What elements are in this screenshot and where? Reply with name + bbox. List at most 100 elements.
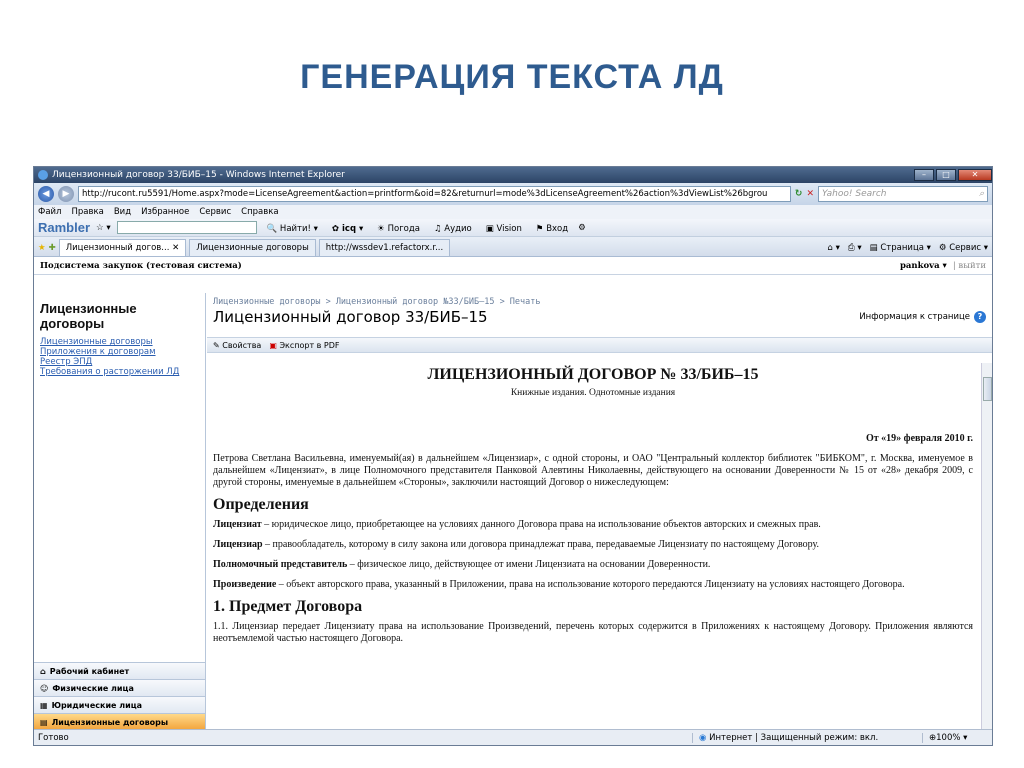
document-date: От «19» февраля 2010 г. (865, 433, 973, 444)
url-text: http://rucont.ru5591/Home.aspx?mode=Lice… (82, 189, 768, 199)
sidebar-link-termination[interactable]: Требования о расторжении ЛД (34, 367, 205, 377)
tab-wssdev[interactable]: http://wssdev1.refactorx.r... (318, 239, 451, 256)
icq-label: icq (342, 223, 357, 234)
maximize-button[interactable]: □ (936, 169, 956, 181)
building-icon: ▦ (40, 700, 48, 710)
vision-button[interactable]: ▣ Vision (482, 221, 526, 235)
definition-item: Полномочный представитель – физическое л… (213, 559, 973, 571)
properties-button[interactable]: ✎ Свойства (213, 341, 261, 350)
sidebar-link-agreements[interactable]: Лицензионные договоры (34, 337, 205, 347)
zone-label: Интернет | Защищенный режим: вкл. (709, 732, 879, 743)
menu-favorites[interactable]: Избранное (141, 207, 189, 217)
vision-label: Vision (496, 223, 522, 234)
nav-label: Юридические лица (51, 700, 143, 710)
subsystem-label: Подсистема закупок (тестовая система) (40, 260, 242, 271)
search-icon[interactable]: ⌕ (979, 189, 984, 199)
nav-label: Рабочий кабинет (49, 666, 130, 676)
favorites-star-icon[interactable]: ★ (38, 243, 46, 256)
minimize-button[interactable]: – (914, 169, 934, 181)
export-pdf-button[interactable]: ▣ Экспорт в PDF (269, 341, 339, 350)
search-placeholder: Yahoo! Search (822, 189, 887, 199)
url-input[interactable]: http://rucont.ru5591/Home.aspx?mode=Lice… (78, 186, 791, 202)
tab-label: http://wssdev1.refactorx.r... (325, 243, 444, 253)
tools-menu-label: Сервис (949, 242, 982, 253)
rambler-search-input[interactable] (116, 221, 257, 234)
slide-title: ГЕНЕРАЦИЯ ТЕКСТА ЛД (300, 58, 724, 96)
page-info-label: Информация к странице (859, 312, 970, 322)
menu-edit[interactable]: Правка (71, 207, 103, 217)
definition-text: – физическое лицо, действующее от имени … (347, 559, 711, 570)
forward-button[interactable]: ▶ (58, 186, 74, 202)
page-header: Лицензионный договор 33/БИБ–15 Информаци… (207, 307, 992, 327)
sidebar-link-attachments[interactable]: Приложения к договорам (34, 347, 205, 357)
security-zone[interactable]: ◉ Интернет | Защищенный режим: вкл. (692, 732, 922, 743)
stop-icon[interactable]: ✕ (806, 189, 814, 199)
find-button[interactable]: 🔍 Найти! ▾ (263, 221, 322, 235)
nav-individuals[interactable]: ☺ Физические лица (34, 679, 205, 696)
search-input[interactable]: Yahoo! Search ⌕ (818, 186, 988, 202)
sidebar-title: Лицензионные договоры (40, 301, 137, 331)
page-title: Лицензионный договор 33/БИБ–15 (213, 308, 488, 326)
login-button[interactable]: ⚑ Вход (532, 221, 572, 235)
add-favorites-icon[interactable]: ✚ (49, 243, 56, 256)
close-button[interactable]: ✕ (958, 169, 992, 181)
help-icon: ? (974, 311, 986, 323)
weather-label: Погода (387, 223, 420, 234)
tab-bar: ★ ✚ Лицензионный догов... ✕ Лицензионные… (34, 237, 992, 257)
tab-license-agreements-list[interactable]: Лицензионные договоры (189, 239, 316, 256)
definition-term: Произведение (213, 579, 277, 590)
page-info-link[interactable]: Информация к странице? (859, 311, 986, 323)
logout-link[interactable]: | выйти (953, 261, 986, 271)
definition-term: Полномочный представитель (213, 559, 348, 570)
nav-label: Лицензионные договоры (51, 717, 169, 727)
print-icon[interactable]: ⎙ ▾ (848, 243, 862, 253)
menu-file[interactable]: Файл (38, 207, 61, 217)
weather-button[interactable]: ☀ Погода (373, 221, 424, 235)
subsystem-header: Подсистема закупок (тестовая система) pa… (34, 257, 992, 275)
sidebar-link-epd-registry[interactable]: Реестр ЭПД (34, 357, 205, 367)
tab-close-icon[interactable]: ✕ (172, 243, 179, 253)
ie-icon (38, 170, 48, 180)
menu-view[interactable]: Вид (114, 207, 131, 217)
document-subtitle: Книжные издания. Однотомные издания (510, 388, 676, 398)
pdf-icon: ▣ (269, 340, 277, 350)
nav-label: Физические лица (52, 683, 134, 693)
definition-item: Лицензиат – юридическое лицо, приобретаю… (213, 519, 973, 531)
sidebar: Лицензионные договоры Лицензионные догов… (34, 293, 206, 730)
user-menu[interactable]: pankova ▾ (900, 261, 947, 271)
breadcrumb: Лицензионные договоры > Лицензионный дог… (213, 297, 541, 307)
tools-menu[interactable]: ⚙ Сервис ▾ (939, 243, 988, 253)
document-scrollbar[interactable] (981, 363, 992, 730)
nav-workspace[interactable]: ⌂ Рабочий кабинет (34, 662, 205, 679)
home-icon[interactable]: ⌂ ▾ (827, 243, 839, 253)
export-pdf-label: Экспорт в PDF (279, 340, 340, 350)
main-content: Лицензионные договоры > Лицензионный дог… (207, 293, 992, 730)
tab-license-agreement[interactable]: Лицензионный догов... ✕ (58, 239, 187, 256)
definition-term: Лицензиар (213, 539, 263, 550)
settings-icon[interactable]: ⚙ (578, 223, 586, 233)
refresh-icon[interactable]: ↻ (795, 189, 803, 199)
document-icon: ▤ (40, 717, 48, 727)
definitions-heading: Определения (213, 496, 309, 513)
back-button[interactable]: ◀ (38, 186, 54, 202)
audio-label: Аудио (444, 223, 472, 234)
star-icon[interactable]: ☆ ▾ (96, 223, 111, 233)
home-icon: ⌂ (40, 666, 46, 676)
tab-label: Лицензионные договоры (196, 243, 309, 253)
menu-bar: Файл Правка Вид Избранное Сервис Справка (34, 205, 992, 219)
find-label: Найти! (279, 223, 311, 234)
zoom-control[interactable]: ⊕100% ▾ (922, 732, 992, 743)
definition-term: Лицензиат (213, 519, 262, 530)
login-label: Вход (546, 223, 569, 234)
nav-legal-entities[interactable]: ▦ Юридические лица (34, 696, 205, 713)
page-menu[interactable]: ▤ Страница ▾ (870, 243, 931, 253)
definition-item: Произведение – объект авторского права, … (213, 579, 973, 591)
icq-button[interactable]: ✿ icq ▾ (328, 221, 367, 235)
nav-license-agreements[interactable]: ▤ Лицензионные договоры (34, 713, 205, 730)
definition-item: Лицензиар – правообладатель, которому в … (213, 539, 973, 551)
audio-button[interactable]: ♫ Аудио (430, 221, 476, 235)
menu-help[interactable]: Справка (241, 207, 278, 217)
scrollbar-thumb[interactable] (983, 377, 992, 401)
menu-tools[interactable]: Сервис (199, 207, 231, 217)
person-icon: ☺ (40, 683, 49, 693)
